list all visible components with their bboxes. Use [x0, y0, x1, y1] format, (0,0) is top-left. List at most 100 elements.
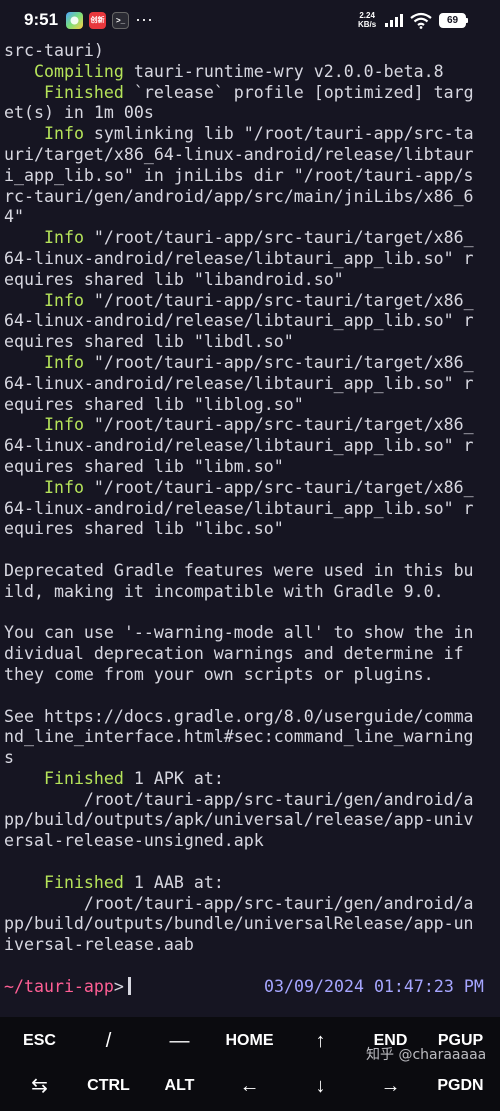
terminal-line: 64-linux-android/release/libtauri_app_li… — [4, 436, 500, 457]
terminal-line: /root/tauri-app/src-tauri/gen/android/a — [4, 894, 500, 915]
line-text: pp/build/outputs/bundle/universalRelease… — [4, 914, 474, 934]
line-text: dividual deprecation warnings and determ… — [4, 644, 464, 664]
status-keyword: Compiling — [33, 61, 124, 81]
time-separator: : — [393, 976, 404, 996]
terminal-line: See https://docs.gradle.org/8.0/userguid… — [4, 707, 500, 728]
terminal-line: iversal-release.aab — [4, 935, 500, 956]
terminal-app-icon: >_ — [112, 12, 129, 29]
terminal-line: Info symlinking lib "/root/tauri-app/src… — [4, 124, 500, 145]
pgdn-key[interactable]: PGDN — [425, 1063, 496, 1109]
red-app-icon: 创新 — [89, 12, 106, 29]
line-text: You can use '--warning-mode all' to show… — [4, 623, 474, 643]
time-minute: 47 — [403, 976, 424, 996]
line-text — [4, 415, 44, 434]
terminal-line: dividual deprecation warnings and determ… — [4, 644, 500, 665]
alt-key[interactable]: ALT — [144, 1063, 215, 1109]
status-keyword: Info — [43, 228, 84, 248]
line-text: 1 AAB at: — [123, 872, 224, 892]
time-hour: 01 — [373, 976, 394, 996]
network-speed-unit: KB/s — [358, 20, 377, 29]
line-text: equires shared lib "liblog.so" — [4, 394, 304, 414]
terminal-line: pp/build/outputs/apk/universal/release/a… — [4, 810, 500, 831]
line-text: /root/tauri-app/src-tauri/gen/android/a — [4, 789, 474, 809]
line-text: rc-tauri/gen/android/app/src/main/jniLib… — [4, 186, 474, 206]
line-text: 64-linux-android/release/libtauri_app_li… — [4, 498, 474, 518]
line-text — [4, 62, 34, 81]
line-text: 64-linux-android/release/libtauri_app_li… — [4, 373, 474, 393]
terminal-line: You can use '--warning-mode all' to show… — [4, 623, 500, 644]
status-time: 9:51 — [24, 10, 59, 29]
line-text: "/root/tauri-app/src-tauri/target/x86_ — [83, 415, 474, 435]
ctrl-key[interactable]: CTRL — [73, 1063, 144, 1109]
line-text — [4, 228, 44, 247]
status-keyword: Info — [43, 124, 84, 144]
line-text: Deprecated Gradle features were used in … — [4, 560, 474, 580]
line-text: equires shared lib "libm.so" — [4, 456, 284, 476]
line-text: 1 APK at: — [123, 768, 224, 788]
status-bar: 9:51 创新 >_ ··· 2.24 KB/s 69 — [0, 0, 500, 42]
line-text: tauri-runtime-wry v2.0.0-beta.8 — [123, 61, 444, 81]
terminal-line: rc-tauri/gen/android/app/src/main/jniLib… — [4, 187, 500, 208]
dash-key[interactable]: — — [144, 1018, 215, 1064]
arrow-down-key[interactable]: ↓ — [285, 1063, 356, 1109]
line-text: iversal-release.aab — [4, 935, 194, 955]
line-text: ersal-release-unsigned.apk — [4, 831, 264, 851]
terminal-line: 64-linux-android/release/libtauri_app_li… — [4, 374, 500, 395]
line-text: pp/build/outputs/apk/universal/release/a… — [4, 810, 474, 830]
terminal-line: Compiling tauri-runtime-wry v2.0.0-beta.… — [4, 62, 500, 83]
status-keyword: Finished — [43, 82, 124, 102]
terminal-line: equires shared lib "liblog.so" — [4, 395, 500, 416]
time-separator: : — [423, 976, 434, 996]
line-text: "/root/tauri-app/src-tauri/target/x86_ — [83, 477, 474, 497]
line-text: "/root/tauri-app/src-tauri/target/x86_ — [83, 290, 474, 310]
date-separator: / — [283, 976, 294, 996]
terminal-output[interactable]: src-tauri) Compiling tauri-runtime-wry v… — [4, 41, 500, 998]
terminal-line: i_app_lib.so" in jniLibs dir "/root/taur… — [4, 166, 500, 187]
status-keyword: Info — [43, 415, 84, 435]
terminal-line: equires shared lib "libdl.so" — [4, 332, 500, 353]
arrow-up-key[interactable]: ↑ — [285, 1018, 356, 1064]
date-month: 03 — [264, 976, 284, 996]
status-keyword: Finished — [43, 768, 124, 788]
terminal-line: uri/target/x86_64-linux-android/release/… — [4, 145, 500, 166]
line-text: symlinking lib "/root/tauri-app/src-ta — [83, 124, 474, 144]
line-text — [4, 769, 44, 788]
line-text: nd_line_interface.html#sec:command_line_… — [4, 727, 474, 747]
text-cursor — [127, 976, 131, 995]
arrow-left-key[interactable]: ← — [214, 1063, 285, 1109]
esc-key[interactable]: ESC — [4, 1018, 75, 1064]
line-text: 64-linux-android/release/libtauri_app_li… — [4, 311, 474, 331]
terminal-line: equires shared lib "libandroid.so" — [4, 270, 500, 291]
line-text — [4, 291, 44, 310]
prompt-path: ~/tauri-app — [4, 976, 114, 996]
line-text: uri/target/x86_64-linux-android/release/… — [4, 144, 474, 164]
terminal-line: Finished 1 APK at: — [4, 769, 500, 790]
line-text: 64-linux-android/release/libtauri_app_li… — [4, 436, 474, 456]
more-notifications-icon: ··· — [135, 9, 153, 29]
arrow-right-key[interactable]: → — [355, 1063, 426, 1109]
status-keyword: Info — [43, 290, 84, 310]
photos-app-icon — [66, 12, 83, 29]
line-text — [4, 353, 44, 372]
line-text: src-tauri) — [4, 41, 104, 60]
terminal-line: equires shared lib "libc.so" — [4, 519, 500, 540]
line-text: equires shared lib "libandroid.so" — [4, 269, 344, 289]
date-year: 2024 — [323, 976, 364, 996]
home-key[interactable]: HOME — [214, 1018, 285, 1064]
prompt-line[interactable]: ~/tauri-app> 03/09/2024 01:47:23 PM — [4, 976, 500, 998]
status-keyword: Finished — [43, 872, 124, 892]
terminal-line: 64-linux-android/release/libtauri_app_li… — [4, 249, 500, 270]
terminal-line: Info "/root/tauri-app/src-tauri/target/x… — [4, 228, 500, 249]
line-text: `release` profile [optimized] targ — [123, 82, 474, 102]
tab-key[interactable]: ⇆ — [4, 1063, 75, 1109]
time-ampm: PM — [463, 976, 484, 996]
line-text: et(s) in 1m 00s — [4, 103, 154, 123]
slash-key[interactable]: / — [73, 1018, 144, 1064]
